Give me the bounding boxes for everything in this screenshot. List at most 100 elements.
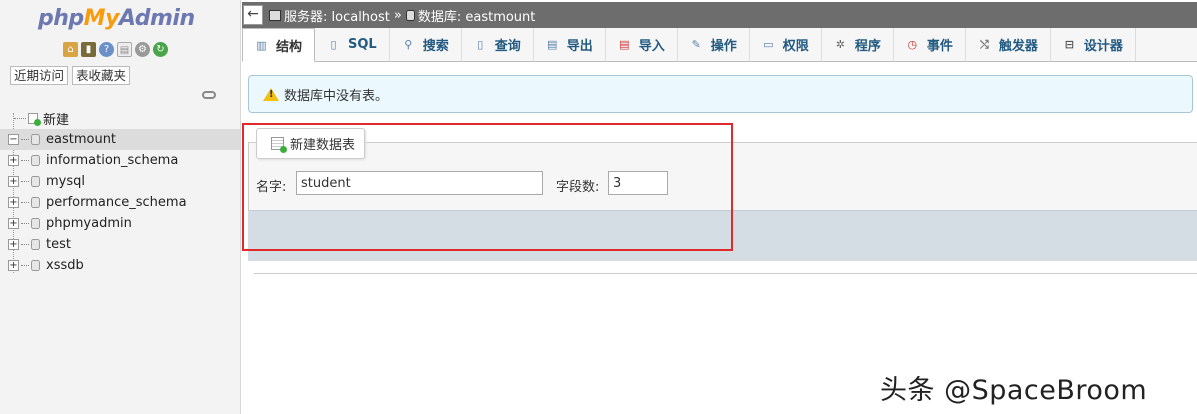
sidebar-tabs: 近期访问 表收藏夹 [10,66,131,85]
database-icon [31,197,40,208]
export-icon: ▤ [547,38,558,51]
collapse-icon[interactable]: − [8,134,19,145]
favorites-tab[interactable]: 表收藏夹 [72,66,131,85]
tab-events[interactable]: ◷ 事件 [894,28,966,61]
breadcrumb-server[interactable]: 服务器: localhost [284,6,390,25]
tab-label: 事件 [926,39,953,54]
sql-icon: ▯ [330,38,337,51]
expand-icon[interactable]: + [8,197,19,208]
designer-icon: ⊟ [1064,38,1074,51]
fieldset-footer [248,210,1197,261]
recent-tab[interactable]: 近期访问 [10,66,69,85]
tab-search[interactable]: ⚲ 搜索 [390,28,462,61]
tree-item-performance-schema[interactable]: + performance_schema [0,192,240,213]
tab-routines[interactable]: ✲ 程序 [822,28,894,61]
tree-item-xssdb[interactable]: + xssdb [0,255,240,276]
legend-label: 新建数据表 [290,138,356,153]
tab-export[interactable]: ▤ 导出 [534,28,606,61]
tree-item-label[interactable]: eastmount [46,132,116,147]
database-icon [31,260,40,271]
expand-icon[interactable]: + [8,176,19,187]
tree-item-information-schema[interactable]: + information_schema [0,150,240,171]
import-icon: ▤ [619,38,630,51]
tab-label: 触发器 [998,39,1038,54]
database-icon [31,176,40,187]
expand-icon[interactable]: + [8,260,19,271]
no-tables-notice: 数据库中没有表。 [248,75,1193,113]
tree-item-test[interactable]: + test [0,234,240,255]
tree-line [21,139,29,140]
create-table-legend: 新建数据表 [256,128,366,159]
tree-line [21,202,29,203]
navigation-sidebar: phpMyAdmin ⌂ ▮ ? ▤ ⚙ ↻ 近期访问 表收藏夹 新建 − ea… [0,0,241,414]
server-icon [269,9,281,21]
tab-label: 操作 [710,39,737,54]
back-button[interactable]: ← [243,5,263,25]
field-count-label: 字段数: [556,180,600,195]
tab-designer[interactable]: ⊟ 设计器 [1051,28,1136,61]
tab-structure[interactable]: ▥ 结构 [242,28,316,62]
settings-icon[interactable]: ⚙ [135,42,150,57]
new-table-icon [271,137,287,153]
link-icon[interactable] [202,91,216,99]
tree-item-label[interactable]: performance_schema [46,195,187,210]
expand-icon[interactable]: + [8,239,19,250]
logo-php: php [38,6,84,31]
expand-icon[interactable]: + [8,155,19,166]
tab-query[interactable]: ▯ 查询 [462,28,534,61]
tree-line [21,244,29,245]
database-tree: 新建 − eastmount + information_schema + my… [0,108,240,276]
tab-import[interactable]: ▤ 导入 [606,28,678,61]
database-icon [31,218,40,229]
tab-privileges[interactable]: ▭ 权限 [750,28,822,61]
tree-item-phpmyadmin[interactable]: + phpmyadmin [0,213,240,234]
logo-admin: Admin [118,6,195,31]
tab-label: 导出 [566,39,593,54]
breadcrumb-separator: » [393,7,402,23]
tree-line [21,265,29,266]
tab-triggers[interactable]: ⤭ 触发器 [966,28,1051,61]
docs-icon[interactable]: ▤ [117,42,132,57]
table-name-input[interactable] [296,171,543,195]
new-database-icon [28,113,41,126]
logout-icon[interactable]: ▮ [81,42,96,57]
tree-item-label[interactable]: mysql [46,174,85,189]
expand-icon[interactable]: + [8,218,19,229]
privileges-icon: ▭ [763,38,774,51]
breadcrumb: ← 服务器: localhost » 数据库: eastmount [242,2,1197,28]
tree-item-label[interactable]: 新建 [43,109,69,128]
tree-line [21,223,29,224]
home-icon[interactable]: ⌂ [63,42,78,57]
tab-label: 查询 [494,39,521,54]
warning-icon [263,87,279,101]
tree-line [14,118,26,119]
tab-operations[interactable]: ✎ 操作 [678,28,750,61]
tree-item-label[interactable]: test [46,237,71,252]
quick-icons: ⌂ ▮ ? ▤ ⚙ ↻ [63,42,168,57]
tab-label: 导入 [638,39,665,54]
reload-icon[interactable]: ↻ [153,42,168,57]
help-icon[interactable]: ? [99,42,114,57]
tree-item-label[interactable]: xssdb [46,258,84,273]
logo-my: My [83,6,120,31]
wrench-icon: ✎ [691,38,701,51]
tree-item-label[interactable]: information_schema [46,153,178,168]
tab-label: 结构 [276,39,303,55]
tab-label: 搜索 [422,39,449,54]
phpmyadmin-logo[interactable]: phpMyAdmin [38,6,195,31]
tree-item-mysql[interactable]: + mysql [0,171,240,192]
tree-item-label[interactable]: phpmyadmin [46,216,132,231]
triggers-icon: ⤭ [979,38,989,51]
breadcrumb-database[interactable]: 数据库: eastmount [418,6,536,25]
tree-line [21,160,29,161]
tab-sql[interactable]: ▯ SQL [315,28,390,61]
field-count-input[interactable] [608,171,668,195]
table-name-label: 名字: [256,180,287,195]
structure-icon: ▥ [256,38,267,52]
notice-text: 数据库中没有表。 [284,88,389,104]
tree-item-eastmount[interactable]: − eastmount [0,129,240,150]
watermark: 头条 @SpaceBroom [880,375,1148,406]
tab-label: SQL [348,37,377,52]
database-icon [31,155,40,166]
tree-item-new[interactable]: 新建 [0,108,240,129]
